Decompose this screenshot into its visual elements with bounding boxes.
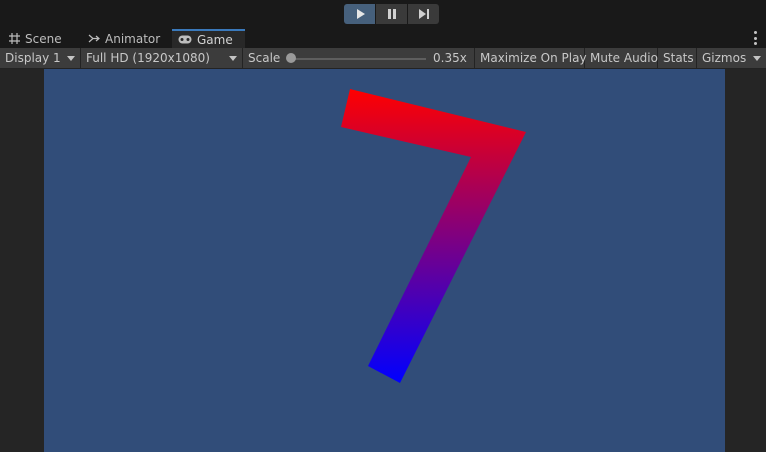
chevron-down-icon xyxy=(753,56,761,61)
game-view-toolbar: Display 1 Full HD (1920x1080) Scale 0.35… xyxy=(0,48,766,69)
more-options-icon[interactable] xyxy=(752,31,758,45)
tab-animator-label: Animator xyxy=(105,31,161,46)
display-dropdown-label: Display 1 xyxy=(5,51,61,65)
editor-tab-bar: Scene Animator Game xyxy=(0,29,766,48)
gradient-seven-shape xyxy=(341,89,526,383)
tab-game[interactable]: Game xyxy=(172,29,245,48)
pause-button[interactable] xyxy=(376,4,407,24)
tab-animator[interactable]: Animator xyxy=(88,29,160,48)
scale-value: 0.35x xyxy=(433,51,467,65)
scale-control: Scale 0.35x xyxy=(243,48,475,68)
gamepad-icon xyxy=(178,34,192,46)
stats-label: Stats xyxy=(663,51,694,65)
scale-slider-handle[interactable] xyxy=(286,53,296,63)
tab-scene-label: Scene xyxy=(25,31,62,46)
display-dropdown[interactable]: Display 1 xyxy=(0,48,81,68)
maximize-on-play-toggle[interactable]: Maximize On Play xyxy=(475,48,587,68)
pause-icon xyxy=(387,9,396,19)
game-viewport xyxy=(0,69,766,452)
stats-toggle[interactable]: Stats xyxy=(658,48,697,68)
resolution-dropdown[interactable]: Full HD (1920x1080) xyxy=(81,48,243,68)
mute-audio-label: Mute Audio xyxy=(590,51,658,65)
scale-label: Scale xyxy=(248,51,281,65)
gizmos-dropdown[interactable]: Gizmos xyxy=(697,48,766,68)
step-button[interactable] xyxy=(408,4,439,24)
tab-game-label: Game xyxy=(197,32,233,47)
play-button[interactable] xyxy=(344,4,375,24)
game-render xyxy=(341,89,526,383)
play-icon xyxy=(356,9,365,19)
grid-icon xyxy=(8,33,20,45)
tab-scene[interactable]: Scene xyxy=(8,29,62,48)
resolution-dropdown-label: Full HD (1920x1080) xyxy=(86,51,210,65)
maximize-on-play-label: Maximize On Play xyxy=(480,51,587,65)
chevron-down-icon xyxy=(229,56,237,61)
play-controls-bar xyxy=(0,0,766,29)
game-canvas[interactable] xyxy=(44,69,725,452)
scale-slider-track[interactable] xyxy=(290,58,426,60)
animator-icon xyxy=(88,33,100,45)
step-icon xyxy=(418,9,429,19)
gizmos-label: Gizmos xyxy=(702,51,747,65)
mute-audio-toggle[interactable]: Mute Audio xyxy=(585,48,658,68)
chevron-down-icon xyxy=(67,56,75,61)
